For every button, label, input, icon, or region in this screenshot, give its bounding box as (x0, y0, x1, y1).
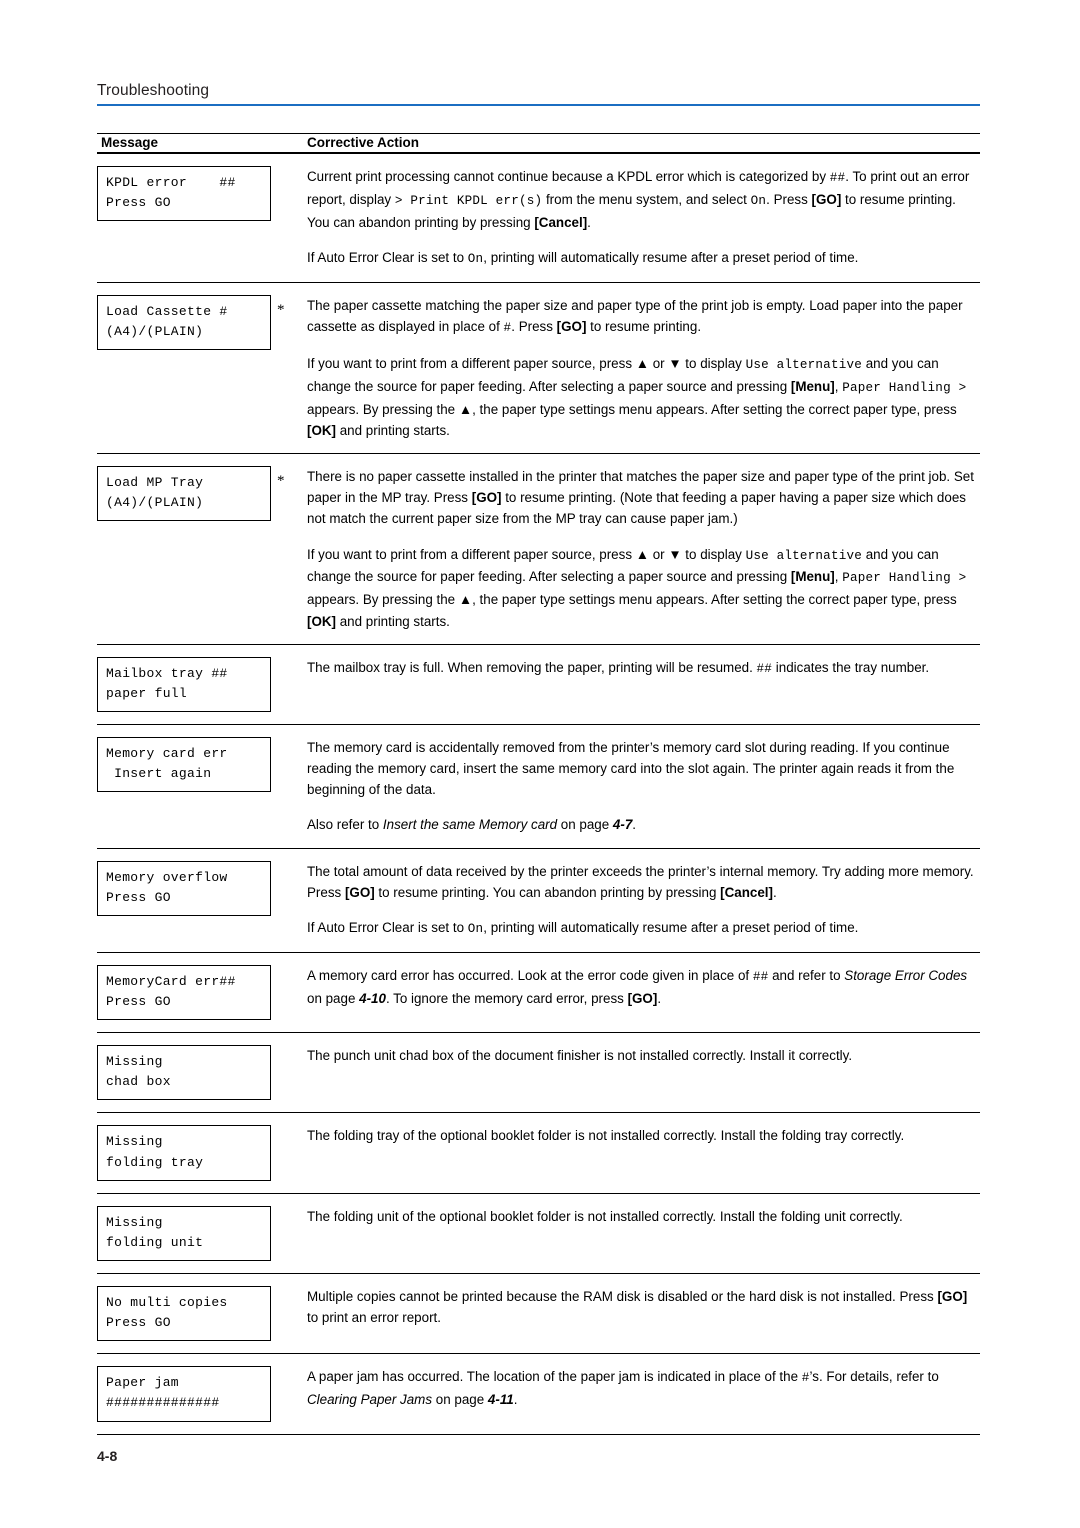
corrective-action-cell: The memory card is accidentally removed … (301, 724, 980, 849)
display-message-box: Mailbox tray ## paper full (97, 656, 271, 712)
corrective-action-cell: Current print processing cannot continue… (301, 153, 980, 283)
message-cell: Missing folding tray (97, 1112, 301, 1194)
action-paragraph: Current print processing cannot continue… (307, 169, 970, 230)
action-paragraph: The memory card is accidentally removed … (307, 739, 955, 798)
display-message-box: KPDL error ## Press GO (97, 166, 271, 222)
action-paragraph: The total amount of data received by the… (307, 863, 974, 900)
column-header-message: Message (97, 133, 301, 154)
table-row: Memory card err Insert again The memory … (97, 724, 980, 849)
message-cell: No multi copies Press GO (97, 1273, 301, 1355)
corrective-action-cell: A memory card error has occurred. Look a… (301, 952, 980, 1034)
message-cell: Load MP Tray (A4)/(PLAIN) * (97, 453, 301, 645)
action-paragraph: A memory card error has occurred. Look a… (307, 967, 968, 1006)
display-message-box: Memory card err Insert again (97, 736, 271, 793)
message-cell: Memory overflow Press GO (97, 848, 301, 953)
page-header-title: Troubleshooting (97, 82, 210, 99)
corrective-action-cell: There is no paper cassette installed in … (301, 453, 980, 645)
message-cell: Paper jam ############## (97, 1353, 301, 1435)
message-table: Message Corrective Action KPDL error ## … (97, 133, 980, 1435)
action-paragraph: There is no paper cassette installed in … (307, 469, 974, 527)
message-cell: Memory card err Insert again (97, 724, 301, 849)
action-paragraph: The mailbox tray is full. When removing … (307, 659, 930, 676)
table-row: Missing folding unit The folding unit of… (97, 1193, 980, 1275)
table-row: Paper jam ############## A paper jam has… (97, 1353, 980, 1435)
corrective-action-cell: The total amount of data received by the… (301, 848, 980, 953)
table-row: Mailbox tray ## paper full The mailbox t… (97, 644, 980, 725)
action-paragraph: The punch unit chad box of the document … (307, 1048, 853, 1064)
table-row: MemoryCard err## Press GO A memory card … (97, 952, 980, 1034)
action-paragraph: A paper jam has occurred. The location o… (307, 1369, 939, 1408)
corrective-action-cell: The punch unit chad box of the document … (301, 1032, 980, 1114)
action-paragraph: If you want to print from a different pa… (307, 355, 967, 438)
display-message-box: Missing folding tray (97, 1125, 271, 1181)
corrective-action-cell: The paper cassette matching the paper si… (301, 282, 980, 455)
header-divider-rule (97, 104, 980, 107)
footnote-marker: * (277, 473, 285, 490)
display-message-box: Memory overflow Press GO (97, 860, 271, 916)
display-message-box: Load MP Tray (A4)/(PLAIN) (97, 466, 271, 522)
display-message-box: Paper jam ############## (97, 1366, 271, 1422)
message-cell: MemoryCard err## Press GO (97, 952, 301, 1034)
action-paragraph: The folding tray of the optional booklet… (307, 1128, 905, 1144)
message-cell: Load Cassette # (A4)/(PLAIN) * (97, 282, 301, 455)
display-message-box: Missing folding unit (97, 1205, 271, 1261)
action-paragraph: Also refer to Insert the same Memory car… (307, 817, 637, 833)
corrective-action-cell: The folding tray of the optional booklet… (301, 1112, 980, 1194)
column-header-corrective-action: Corrective Action (301, 133, 980, 154)
table-row: Memory overflow Press GO The total amoun… (97, 848, 980, 953)
table-row: Missing folding tray The folding tray of… (97, 1112, 980, 1194)
corrective-action-cell: The folding unit of the optional booklet… (301, 1193, 980, 1275)
corrective-action-cell: The mailbox tray is full. When removing … (301, 644, 980, 725)
footnote-marker: * (277, 301, 285, 318)
action-paragraph: Multiple copies cannot be printed becaus… (307, 1289, 968, 1326)
action-paragraph: If Auto Error Clear is set to On, printi… (307, 249, 859, 266)
message-cell: Mailbox tray ## paper full (97, 644, 301, 725)
corrective-action-cell: A paper jam has occurred. The location o… (301, 1353, 980, 1435)
display-message-box: Missing chad box (97, 1045, 271, 1101)
table-row: No multi copies Press GO Multiple copies… (97, 1273, 980, 1355)
action-paragraph: If Auto Error Clear is set to On, printi… (307, 919, 859, 936)
display-message-box: MemoryCard err## Press GO (97, 964, 271, 1021)
display-message-box: No multi copies Press GO (97, 1286, 271, 1342)
table-row: KPDL error ## Press GO Current print pro… (97, 153, 980, 283)
message-cell: Missing folding unit (97, 1193, 301, 1275)
message-cell: KPDL error ## Press GO (97, 153, 301, 283)
table-row: Missing chad box The punch unit chad box… (97, 1032, 980, 1114)
table-header-row: Message Corrective Action (97, 133, 980, 154)
display-message-box: Load Cassette # (A4)/(PLAIN) (97, 294, 271, 351)
action-paragraph: If you want to print from a different pa… (307, 546, 967, 629)
footer-page-number: 4-8 (97, 1448, 118, 1464)
document-page: Troubleshooting Message Corrective Actio… (0, 0, 1080, 1528)
table-row: Load MP Tray (A4)/(PLAIN) * There is no … (97, 453, 980, 645)
message-cell: Missing chad box (97, 1032, 301, 1114)
message-table-container: Message Corrective Action KPDL error ## … (97, 133, 980, 1435)
action-paragraph: The paper cassette matching the paper si… (307, 297, 963, 336)
action-paragraph: The folding unit of the optional booklet… (307, 1208, 903, 1224)
corrective-action-cell: Multiple copies cannot be printed becaus… (301, 1273, 980, 1355)
table-row: Load Cassette # (A4)/(PLAIN) * The paper… (97, 282, 980, 455)
